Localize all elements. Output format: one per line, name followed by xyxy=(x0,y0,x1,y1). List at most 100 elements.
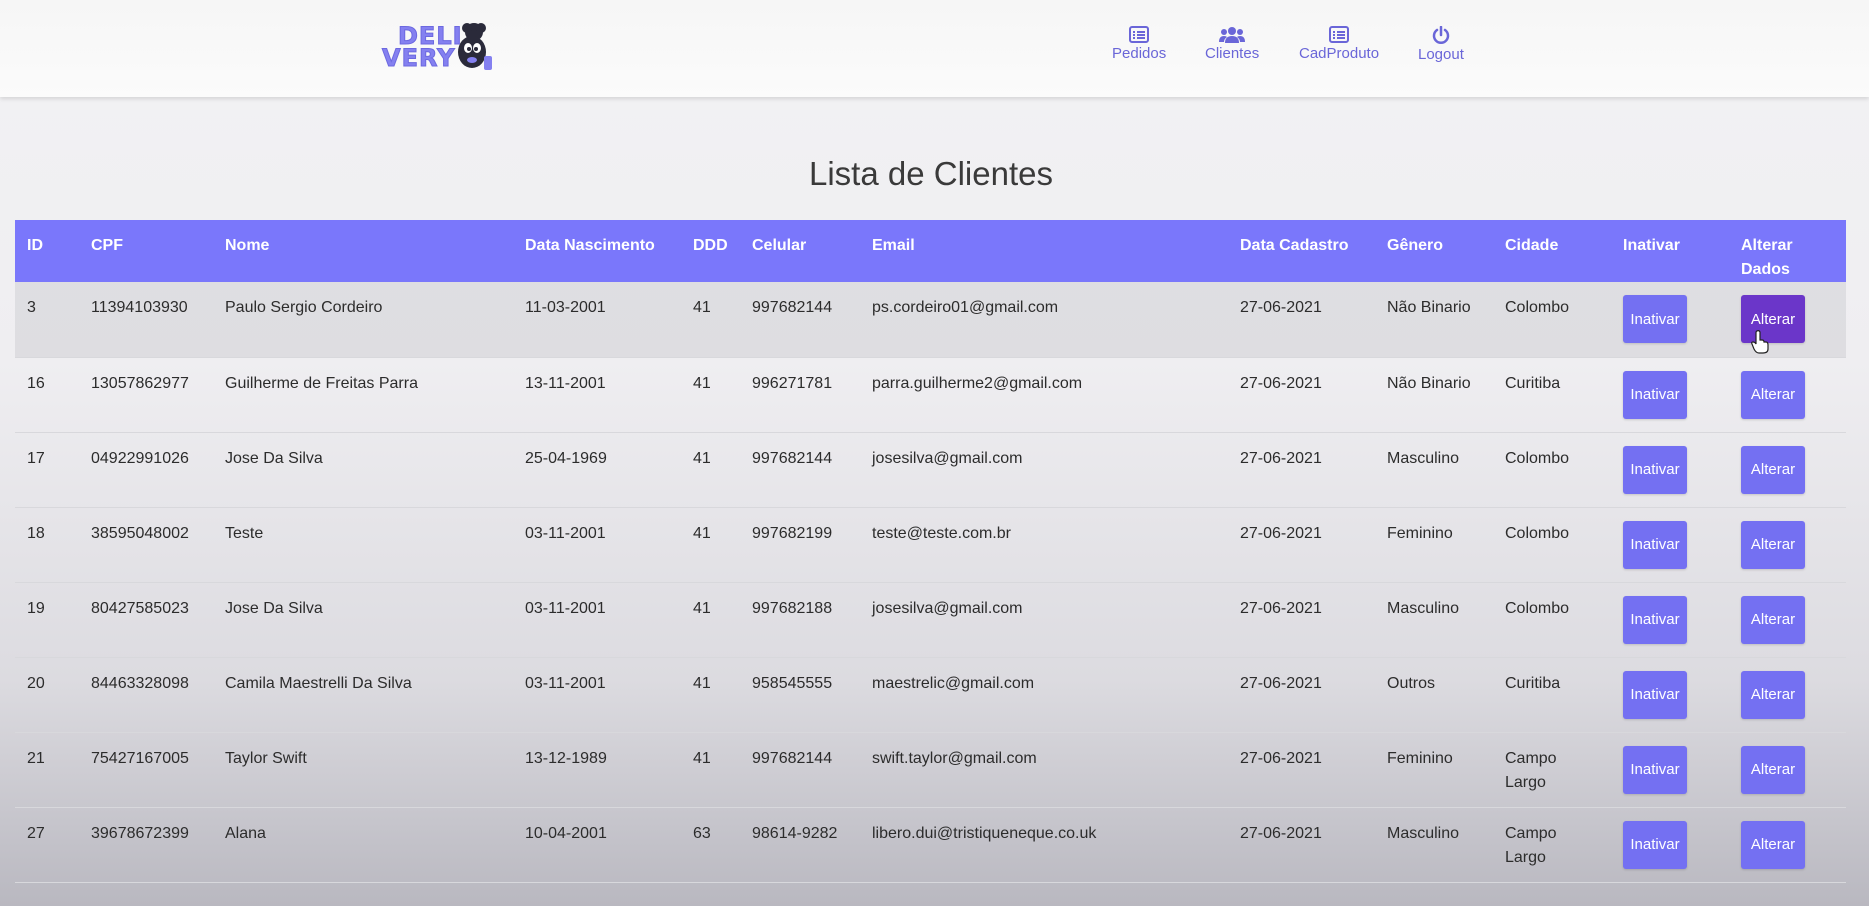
cell-genero: Não Binario xyxy=(1375,282,1493,358)
alterar-button[interactable]: Alterar xyxy=(1741,595,1805,644)
inativar-button[interactable]: Inativar xyxy=(1623,595,1687,644)
cell-cidade: Colombo xyxy=(1493,507,1611,583)
cell-email: josesilva@gmail.com xyxy=(860,432,1228,508)
header-inativar: Inativar xyxy=(1611,220,1729,282)
cell-alterar: Alterar xyxy=(1729,582,1846,658)
cell-data-cadastro: 27-06-2021 xyxy=(1228,507,1375,583)
inativar-button[interactable]: Inativar xyxy=(1623,520,1687,569)
nav-pedidos[interactable]: Pedidos xyxy=(1112,26,1166,62)
inativar-button[interactable]: Inativar xyxy=(1623,670,1687,719)
cell-alterar: Alterar xyxy=(1729,507,1846,583)
cell-cidade: Colombo xyxy=(1493,282,1611,358)
alterar-button[interactable]: Alterar xyxy=(1741,370,1805,419)
cell-inativar: Inativar xyxy=(1611,432,1729,508)
cell-cpf: 39678672399 xyxy=(79,807,213,883)
cell-id: 20 xyxy=(15,657,79,733)
inativar-button[interactable]: Inativar xyxy=(1623,370,1687,419)
cell-cidade: Curitiba xyxy=(1493,657,1611,733)
cell-alterar: Alterar xyxy=(1729,282,1846,358)
cell-genero: Masculino xyxy=(1375,807,1493,883)
cell-celular: 958545555 xyxy=(740,657,860,733)
alterar-button[interactable]: Alterar xyxy=(1741,445,1805,494)
inativar-button[interactable]: Inativar xyxy=(1623,745,1687,794)
cell-email: libero.dui@tristiqueneque.co.uk xyxy=(860,807,1228,883)
cell-data-cadastro: 27-06-2021 xyxy=(1228,657,1375,733)
cell-ddd: 63 xyxy=(681,807,740,883)
cell-data-nascimento: 03-11-2001 xyxy=(513,657,681,733)
alterar-button[interactable]: Alterar xyxy=(1741,745,1805,794)
header-email: Email xyxy=(860,220,1228,282)
cell-alterar: Alterar xyxy=(1729,807,1846,883)
cell-email: josesilva@gmail.com xyxy=(860,582,1228,658)
cell-cidade: Campo Largo xyxy=(1493,807,1611,883)
cell-ddd: 41 xyxy=(681,357,740,433)
cell-cpf: 75427167005 xyxy=(79,732,213,808)
table-row: 21 75427167005 Taylor Swift 13-12-1989 4… xyxy=(15,732,1846,808)
cell-cidade: Colombo xyxy=(1493,582,1611,658)
cell-cidade: Colombo xyxy=(1493,432,1611,508)
cell-genero: Outros xyxy=(1375,657,1493,733)
cell-data-cadastro: 27-06-2021 xyxy=(1228,432,1375,508)
nav-logout[interactable]: Logout xyxy=(1418,26,1464,63)
list-icon xyxy=(1329,26,1350,43)
inativar-button[interactable]: Inativar xyxy=(1623,445,1687,494)
cell-data-cadastro: 27-06-2021 xyxy=(1228,582,1375,658)
cell-cidade: Campo Largo xyxy=(1493,732,1611,808)
cell-nome: Teste xyxy=(213,507,513,583)
cell-celular: 98614-9282 xyxy=(740,807,860,883)
cell-nome: Alana xyxy=(213,807,513,883)
cell-email: maestrelic@gmail.com xyxy=(860,657,1228,733)
cell-id: 21 xyxy=(15,732,79,808)
inativar-button[interactable]: Inativar xyxy=(1623,295,1687,343)
cell-data-nascimento: 10-04-2001 xyxy=(513,807,681,883)
alterar-button[interactable]: Alterar xyxy=(1741,520,1805,569)
clients-table: ID CPF Nome Data Nascimento DDD Celular … xyxy=(15,220,1846,883)
cell-data-cadastro: 27-06-2021 xyxy=(1228,357,1375,433)
cell-id: 3 xyxy=(15,282,79,358)
cell-genero: Masculino xyxy=(1375,582,1493,658)
table-header-row: ID CPF Nome Data Nascimento DDD Celular … xyxy=(15,220,1846,282)
alterar-button[interactable]: Alterar xyxy=(1741,820,1805,869)
cell-cpf: 11394103930 xyxy=(79,282,213,358)
cell-celular: 996271781 xyxy=(740,357,860,433)
cell-ddd: 41 xyxy=(681,582,740,658)
inativar-button[interactable]: Inativar xyxy=(1623,820,1687,869)
header-ddd: DDD xyxy=(681,220,740,282)
cell-inativar: Inativar xyxy=(1611,282,1729,358)
cell-data-nascimento: 03-11-2001 xyxy=(513,507,681,583)
table-row: 27 39678672399 Alana 10-04-2001 63 98614… xyxy=(15,807,1846,883)
cell-ddd: 41 xyxy=(681,732,740,808)
header-genero: Gênero xyxy=(1375,220,1493,282)
nav-cadproduto[interactable]: CadProduto xyxy=(1299,26,1379,62)
cell-celular: 997682144 xyxy=(740,432,860,508)
cell-genero: Feminino xyxy=(1375,732,1493,808)
delivery-logo[interactable]: DELI VERY xyxy=(380,18,498,74)
nav-clientes-label: Clientes xyxy=(1205,45,1260,62)
cell-data-cadastro: 27-06-2021 xyxy=(1228,282,1375,358)
cell-email: teste@teste.com.br xyxy=(860,507,1228,583)
cell-email: ps.cordeiro01@gmail.com xyxy=(860,282,1228,358)
cell-cpf: 04922991026 xyxy=(79,432,213,508)
cell-alterar: Alterar xyxy=(1729,657,1846,733)
cell-id: 27 xyxy=(15,807,79,883)
power-icon xyxy=(1432,26,1450,44)
nav-pedidos-label: Pedidos xyxy=(1112,45,1167,62)
cell-inativar: Inativar xyxy=(1611,807,1729,883)
cell-id: 19 xyxy=(15,582,79,658)
cell-alterar: Alterar xyxy=(1729,732,1846,808)
nav-clientes[interactable]: Clientes xyxy=(1205,26,1259,62)
cell-data-cadastro: 27-06-2021 xyxy=(1228,807,1375,883)
table-row: 20 84463328098 Camila Maestrelli Da Silv… xyxy=(15,657,1846,733)
cell-alterar: Alterar xyxy=(1729,432,1846,508)
cell-ddd: 41 xyxy=(681,432,740,508)
cell-genero: Feminino xyxy=(1375,507,1493,583)
hand-cursor-icon xyxy=(1751,330,1769,354)
cell-inativar: Inativar xyxy=(1611,657,1729,733)
table-row: 3 11394103930 Paulo Sergio Cordeiro 11-0… xyxy=(15,282,1846,358)
cell-id: 18 xyxy=(15,507,79,583)
cell-data-nascimento: 11-03-2001 xyxy=(513,282,681,358)
table-row: 18 38595048002 Teste 03-11-2001 41 99768… xyxy=(15,507,1846,583)
cell-nome: Camila Maestrelli Da Silva xyxy=(213,657,513,733)
top-navbar: DELI VERY Pedidos Clientes CadProduto Lo… xyxy=(0,0,1869,97)
alterar-button[interactable]: Alterar xyxy=(1741,670,1805,719)
